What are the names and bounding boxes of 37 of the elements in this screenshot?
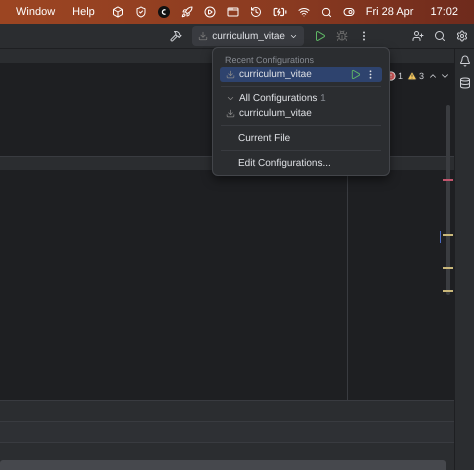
chevron-icon[interactable] [226, 94, 235, 103]
download-icon [226, 109, 235, 118]
config-item[interactable]: curriculum_vitae [220, 67, 382, 82]
menu-item[interactable]: Help [72, 6, 95, 18]
circle-logo-icon[interactable] [158, 6, 170, 18]
input-field[interactable] [0, 460, 446, 470]
date-text: Fri 28 Apr [366, 6, 414, 18]
section-header: Recent Configurations [224, 54, 316, 67]
search-icon[interactable] [320, 6, 332, 18]
window-icon[interactable] [226, 6, 239, 18]
error-count: 1 [398, 71, 403, 81]
rocket-icon[interactable] [180, 6, 193, 18]
history-icon[interactable] [250, 6, 262, 18]
play-icon[interactable] [204, 6, 216, 18]
time-text: 17:02 [430, 6, 458, 18]
warning-icon[interactable] [406, 71, 417, 81]
download-icon [198, 31, 208, 41]
run-icon[interactable] [350, 69, 361, 80]
shield-icon[interactable] [134, 6, 147, 18]
run-config-button[interactable]: curriculum_vitae [192, 26, 304, 46]
menu-item[interactable]: Window [16, 6, 56, 18]
menu-item[interactable]: Current File [220, 130, 382, 146]
settings-icon[interactable] [456, 30, 468, 42]
battery-icon[interactable] [272, 5, 287, 19]
caret-marker [440, 231, 441, 243]
search-icon[interactable] [434, 30, 446, 42]
config-group[interactable]: All Configurations 1 [220, 91, 382, 106]
config-item[interactable]: curriculum_vitae [220, 106, 382, 121]
database-icon[interactable] [458, 77, 470, 89]
hammer-icon[interactable] [170, 30, 182, 42]
debug-icon[interactable] [336, 30, 348, 42]
box-icon[interactable] [112, 6, 124, 18]
warning-count: 3 [418, 71, 424, 81]
download-icon [226, 70, 235, 79]
notifications-icon[interactable] [458, 55, 470, 67]
run-icon[interactable] [314, 30, 326, 42]
user-icon[interactable] [412, 30, 424, 42]
